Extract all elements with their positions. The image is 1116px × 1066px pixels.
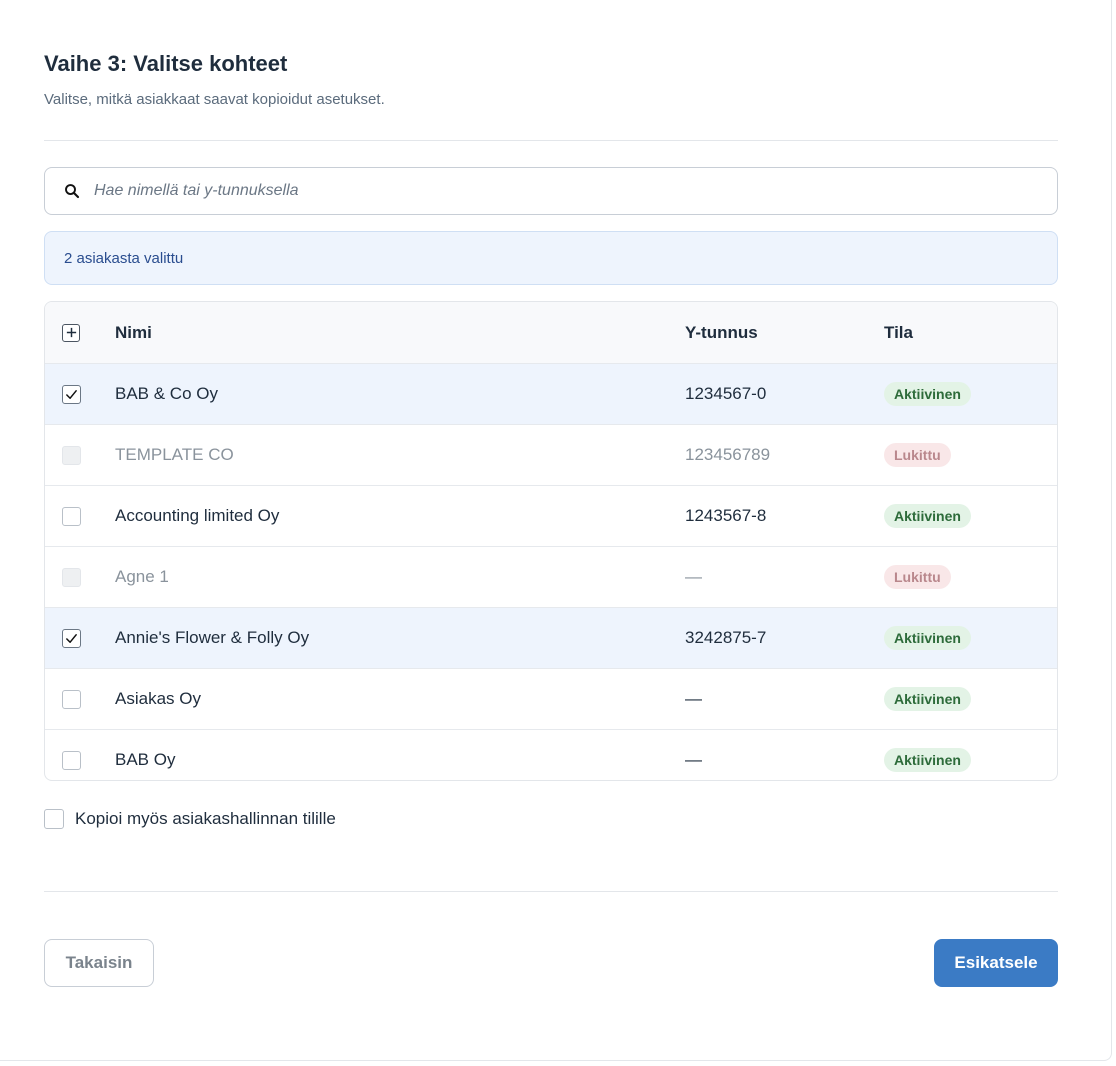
table-row: TEMPLATE CO 123456789 Lukittu [45,424,1057,485]
table-row[interactable]: Annie's Flower & Folly Oy 3242875-7 Aktiiv… [45,607,1057,668]
table-header-row: Nimi Y-tunnus Tila [45,302,1057,363]
wizard-card: Vaihe 3: Valitse kohteet Valitse, mitkä … [0,0,1112,1061]
column-header-ytunnus[interactable]: Y-tunnus [685,302,758,363]
checkmark-icon [66,633,77,643]
row-ytunnus: 3242875-7 [685,628,767,647]
selection-summary-banner: 2 asiakasta valittu [44,231,1058,285]
row-checkbox-cell [62,669,81,729]
row-status-cell: Lukittu [884,425,951,485]
row-name: Accounting limited Oy [115,506,280,525]
top-divider [44,140,1058,141]
copy-option-label: Kopioi myös asiakashallinnan tilille [75,809,336,828]
row-ytunnus: 1234567-0 [685,384,767,403]
table-row[interactable]: BAB Oy — Aktiivinen [45,729,1057,780]
bottom-divider [44,891,1058,892]
table-row[interactable]: Asiakas Oy — Aktiivinen [45,668,1057,729]
row-ytunnus: 123456789 [685,445,771,464]
row-status-cell: Lukittu [884,547,951,607]
row-checkbox[interactable] [62,384,81,404]
row-checkbox-cell [62,425,81,485]
row-checkbox[interactable] [62,506,81,526]
row-ytunnus: — [685,689,702,708]
row-name: TEMPLATE CO [115,445,234,464]
table-row: Agne 1 — Lukittu [45,546,1057,607]
row-checkbox-cell [62,730,81,780]
row-checkbox-cell [62,486,81,546]
row-status-cell: Aktiivinen [884,669,971,729]
step-subtitle: Valitse, mitkä asiakkaat saavat kopioidu… [44,91,385,108]
row-status-cell: Aktiivinen [884,364,971,424]
copy-option[interactable]: Kopioi myös asiakashallinnan tilille [44,809,336,829]
back-button[interactable]: Takaisin [44,939,154,987]
search-icon [65,184,80,199]
row-checkbox[interactable] [62,689,81,709]
row-name: Annie's Flower & Folly Oy [115,628,310,647]
status-badge: Aktiivinen [884,687,971,711]
status-badge: Aktiivinen [884,626,971,650]
table-row[interactable]: Accounting limited Oy 1243567-8 Aktiivinen [45,485,1057,546]
checkmark-icon [66,389,77,399]
search-input[interactable] [94,168,1057,214]
row-ytunnus: — [685,567,702,586]
column-header-status[interactable]: Tila [884,302,913,363]
status-badge: Lukittu [884,443,951,467]
row-checkbox [62,445,81,465]
row-checkbox-cell [62,547,81,607]
selection-summary-text: 2 asiakasta valittu [64,249,184,267]
select-all-checkbox[interactable] [62,323,80,342]
row-status-cell: Aktiivinen [884,730,971,780]
plus-icon [66,327,76,338]
status-badge: Aktiivinen [884,382,971,406]
row-name: Agne 1 [115,567,169,586]
status-badge: Aktiivinen [884,504,971,528]
status-badge: Lukittu [884,565,951,589]
row-name: BAB Oy [115,750,176,769]
row-checkbox-cell [62,364,81,424]
copy-option-checkbox[interactable] [44,809,64,829]
table-row[interactable]: BAB & Co Oy 1234567-0 Aktiivinen [45,363,1057,424]
column-header-name[interactable]: Nimi [115,302,152,363]
row-name: Asiakas Oy [115,689,201,708]
select-all-cell [62,302,80,363]
status-badge: Aktiivinen [884,748,971,772]
search-box[interactable] [44,167,1058,215]
row-ytunnus: 1243567-8 [685,506,767,525]
step-title: Vaihe 3: Valitse kohteet [44,51,288,76]
preview-button[interactable]: Esikatsele [934,939,1058,987]
customer-table: Nimi Y-tunnus Tila BAB & Co Oy 1234567-0 A… [44,301,1058,781]
row-checkbox[interactable] [62,628,81,648]
row-checkbox-cell [62,608,81,668]
row-name: BAB & Co Oy [115,384,218,403]
row-status-cell: Aktiivinen [884,608,971,668]
row-checkbox[interactable] [62,750,81,770]
row-ytunnus: — [685,750,702,769]
row-status-cell: Aktiivinen [884,486,971,546]
row-checkbox [62,567,81,587]
